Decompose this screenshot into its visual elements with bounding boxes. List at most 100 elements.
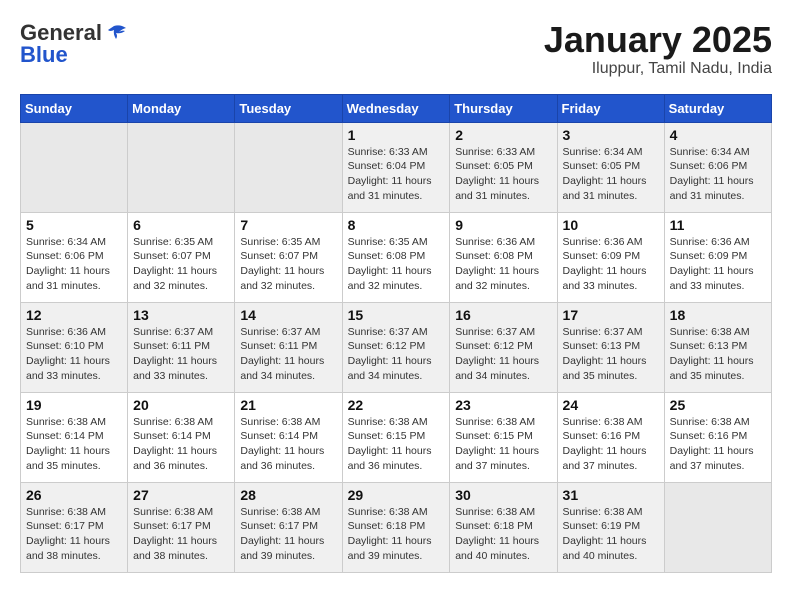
calendar-cell — [235, 122, 342, 212]
day-number: 19 — [26, 397, 122, 413]
day-info: Sunrise: 6:38 AMSunset: 6:14 PMDaylight:… — [26, 415, 122, 474]
week-row: 26 Sunrise: 6:38 AMSunset: 6:17 PMDayligh… — [21, 482, 772, 572]
day-number: 26 — [26, 487, 122, 503]
calendar-cell: 24 Sunrise: 6:38 AMSunset: 6:16 PMDayligh… — [557, 392, 664, 482]
day-number: 28 — [240, 487, 336, 503]
calendar-cell — [21, 122, 128, 212]
calendar-cell: 25 Sunrise: 6:38 AMSunset: 6:16 PMDayligh… — [664, 392, 771, 482]
day-number: 10 — [563, 217, 659, 233]
calendar-cell: 23 Sunrise: 6:38 AMSunset: 6:15 PMDayligh… — [450, 392, 557, 482]
weekday-header-wednesday: Wednesday — [342, 94, 450, 122]
calendar-cell: 1Sunrise: 6:33 AMSunset: 6:04 PMDaylight… — [342, 122, 450, 212]
calendar-cell: 17Sunrise: 6:37 AMSunset: 6:13 PMDayligh… — [557, 302, 664, 392]
day-info: Sunrise: 6:37 AMSunset: 6:12 PMDaylight:… — [455, 325, 551, 384]
day-number: 25 — [670, 397, 766, 413]
day-number: 8 — [348, 217, 445, 233]
day-info: Sunrise: 6:34 AMSunset: 6:05 PMDaylight:… — [563, 145, 659, 204]
day-number: 23 — [455, 397, 551, 413]
day-number: 12 — [26, 307, 122, 323]
calendar-cell: 13 Sunrise: 6:37 AMSunset: 6:11 PMDayligh… — [128, 302, 235, 392]
weekday-header-friday: Friday — [557, 94, 664, 122]
day-number: 29 — [348, 487, 445, 503]
weekday-header-tuesday: Tuesday — [235, 94, 342, 122]
calendar-cell: 16Sunrise: 6:37 AMSunset: 6:12 PMDayligh… — [450, 302, 557, 392]
day-info: Sunrise: 6:35 AMSunset: 6:07 PMDaylight:… — [133, 235, 229, 294]
day-number: 15 — [348, 307, 445, 323]
day-info: Sunrise: 6:38 AMSunset: 6:17 PMDaylight:… — [26, 505, 122, 564]
weekday-header-row: SundayMondayTuesdayWednesdayThursdayFrid… — [21, 94, 772, 122]
day-info: Sunrise: 6:38 AMSunset: 6:18 PMDaylight:… — [455, 505, 551, 564]
title-block: January 2025 Iluppur, Tamil Nadu, India — [544, 20, 772, 78]
calendar-cell: 27Sunrise: 6:38 AMSunset: 6:17 PMDayligh… — [128, 482, 235, 572]
calendar-cell: 14 Sunrise: 6:37 AMSunset: 6:11 PMDayligh… — [235, 302, 342, 392]
calendar-cell: 18Sunrise: 6:38 AMSunset: 6:13 PMDayligh… — [664, 302, 771, 392]
weekday-header-saturday: Saturday — [664, 94, 771, 122]
week-row: 5 Sunrise: 6:34 AMSunset: 6:06 PMDaylight… — [21, 212, 772, 302]
header: General Blue January 2025 Iluppur, Tamil… — [20, 20, 772, 78]
day-info: Sunrise: 6:38 AMSunset: 6:18 PMDaylight:… — [348, 505, 445, 564]
calendar: SundayMondayTuesdayWednesdayThursdayFrid… — [20, 94, 772, 573]
day-number: 4 — [670, 127, 766, 143]
location: Iluppur, Tamil Nadu, India — [544, 60, 772, 78]
day-info: Sunrise: 6:38 AMSunset: 6:14 PMDaylight:… — [133, 415, 229, 474]
day-number: 22 — [348, 397, 445, 413]
calendar-cell: 19 Sunrise: 6:38 AMSunset: 6:14 PMDayligh… — [21, 392, 128, 482]
calendar-cell: 3 Sunrise: 6:34 AMSunset: 6:05 PMDaylight… — [557, 122, 664, 212]
logo: General Blue — [20, 20, 128, 68]
day-info: Sunrise: 6:33 AMSunset: 6:05 PMDaylight:… — [455, 145, 551, 204]
weekday-header-sunday: Sunday — [21, 94, 128, 122]
week-row: 1Sunrise: 6:33 AMSunset: 6:04 PMDaylight… — [21, 122, 772, 212]
day-number: 24 — [563, 397, 659, 413]
day-number: 7 — [240, 217, 336, 233]
day-info: Sunrise: 6:34 AMSunset: 6:06 PMDaylight:… — [26, 235, 122, 294]
calendar-cell: 5 Sunrise: 6:34 AMSunset: 6:06 PMDaylight… — [21, 212, 128, 302]
day-info: Sunrise: 6:37 AMSunset: 6:11 PMDaylight:… — [133, 325, 229, 384]
logo-blue-text: Blue — [20, 42, 68, 68]
day-info: Sunrise: 6:37 AMSunset: 6:13 PMDaylight:… — [563, 325, 659, 384]
day-number: 6 — [133, 217, 229, 233]
calendar-cell: 30 Sunrise: 6:38 AMSunset: 6:18 PMDayligh… — [450, 482, 557, 572]
calendar-cell — [128, 122, 235, 212]
day-info: Sunrise: 6:38 AMSunset: 6:16 PMDaylight:… — [670, 415, 766, 474]
logo-bird-icon — [106, 24, 128, 42]
calendar-cell: 6 Sunrise: 6:35 AMSunset: 6:07 PMDaylight… — [128, 212, 235, 302]
calendar-cell: 12Sunrise: 6:36 AMSunset: 6:10 PMDayligh… — [21, 302, 128, 392]
day-info: Sunrise: 6:36 AMSunset: 6:09 PMDaylight:… — [563, 235, 659, 294]
day-info: Sunrise: 6:33 AMSunset: 6:04 PMDaylight:… — [348, 145, 445, 204]
day-info: Sunrise: 6:34 AMSunset: 6:06 PMDaylight:… — [670, 145, 766, 204]
day-info: Sunrise: 6:35 AMSunset: 6:08 PMDaylight:… — [348, 235, 445, 294]
calendar-cell: 7 Sunrise: 6:35 AMSunset: 6:07 PMDaylight… — [235, 212, 342, 302]
day-number: 21 — [240, 397, 336, 413]
day-number: 30 — [455, 487, 551, 503]
day-number: 3 — [563, 127, 659, 143]
day-number: 31 — [563, 487, 659, 503]
day-info: Sunrise: 6:35 AMSunset: 6:07 PMDaylight:… — [240, 235, 336, 294]
day-info: Sunrise: 6:37 AMSunset: 6:11 PMDaylight:… — [240, 325, 336, 384]
day-number: 14 — [240, 307, 336, 323]
calendar-cell: 10 Sunrise: 6:36 AMSunset: 6:09 PMDayligh… — [557, 212, 664, 302]
calendar-cell: 9Sunrise: 6:36 AMSunset: 6:08 PMDaylight… — [450, 212, 557, 302]
calendar-cell: 8 Sunrise: 6:35 AMSunset: 6:08 PMDaylight… — [342, 212, 450, 302]
day-info: Sunrise: 6:38 AMSunset: 6:17 PMDaylight:… — [240, 505, 336, 564]
calendar-cell: 20Sunrise: 6:38 AMSunset: 6:14 PMDayligh… — [128, 392, 235, 482]
week-row: 19 Sunrise: 6:38 AMSunset: 6:14 PMDayligh… — [21, 392, 772, 482]
calendar-cell: 28 Sunrise: 6:38 AMSunset: 6:17 PMDayligh… — [235, 482, 342, 572]
calendar-cell: 2 Sunrise: 6:33 AMSunset: 6:05 PMDaylight… — [450, 122, 557, 212]
calendar-cell: 11Sunrise: 6:36 AMSunset: 6:09 PMDayligh… — [664, 212, 771, 302]
calendar-cell: 31Sunrise: 6:38 AMSunset: 6:19 PMDayligh… — [557, 482, 664, 572]
calendar-cell: 26 Sunrise: 6:38 AMSunset: 6:17 PMDayligh… — [21, 482, 128, 572]
day-number: 5 — [26, 217, 122, 233]
day-info: Sunrise: 6:38 AMSunset: 6:16 PMDaylight:… — [563, 415, 659, 474]
calendar-cell — [664, 482, 771, 572]
month-title: January 2025 — [544, 20, 772, 60]
day-number: 2 — [455, 127, 551, 143]
calendar-cell: 15Sunrise: 6:37 AMSunset: 6:12 PMDayligh… — [342, 302, 450, 392]
day-number: 11 — [670, 217, 766, 233]
day-info: Sunrise: 6:38 AMSunset: 6:15 PMDaylight:… — [455, 415, 551, 474]
day-number: 13 — [133, 307, 229, 323]
day-info: Sunrise: 6:38 AMSunset: 6:13 PMDaylight:… — [670, 325, 766, 384]
day-info: Sunrise: 6:38 AMSunset: 6:17 PMDaylight:… — [133, 505, 229, 564]
day-number: 9 — [455, 217, 551, 233]
calendar-cell: 22Sunrise: 6:38 AMSunset: 6:15 PMDayligh… — [342, 392, 450, 482]
weekday-header-thursday: Thursday — [450, 94, 557, 122]
